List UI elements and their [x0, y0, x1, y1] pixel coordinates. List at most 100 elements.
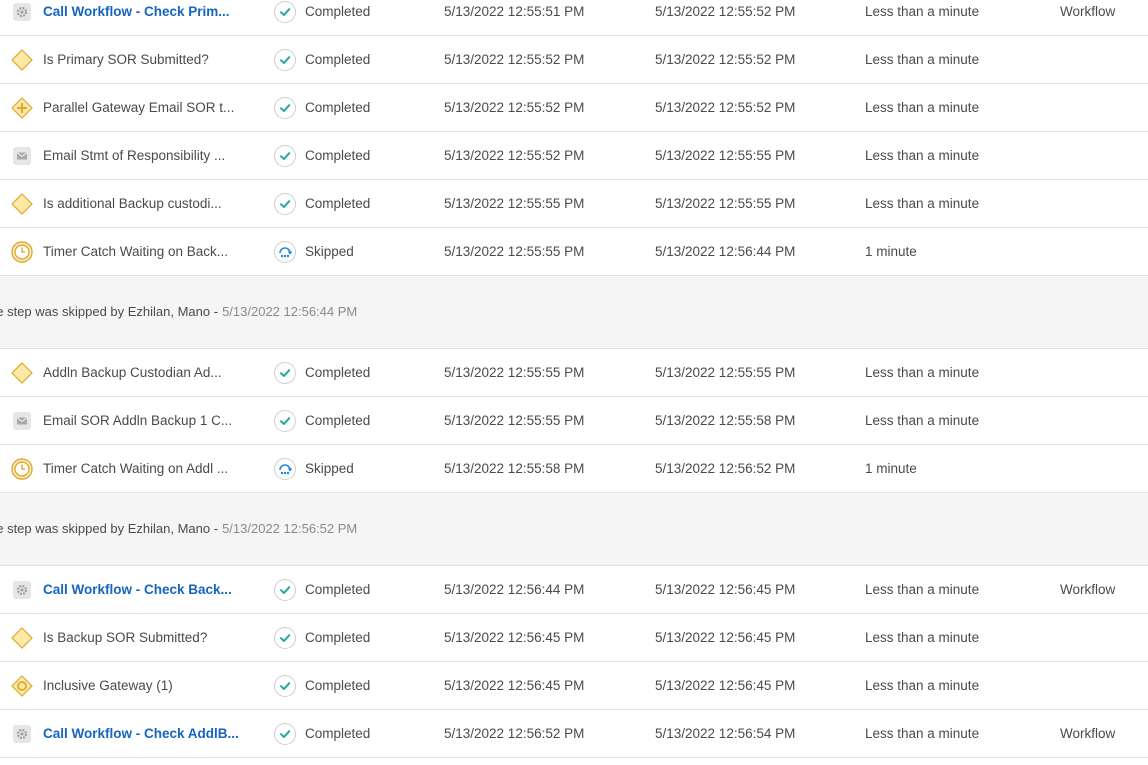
check-icon [273, 132, 297, 179]
duration: Less than a minute [865, 582, 980, 597]
skip-note-row: he step was skipped by Ezhilan, Mano - 5… [0, 493, 1148, 566]
step-name[interactable]: Call Workflow - Check AddlB... [43, 710, 258, 757]
step-name-text: Is Backup SOR Submitted? [43, 630, 208, 645]
table-row[interactable]: Addln Backup Custodian Ad... Completed 5/1… [0, 349, 1148, 397]
start-time: 5/13/2022 12:55:55 PM [444, 365, 585, 380]
step-name-text: Timer Catch Waiting on Addl ... [43, 461, 229, 476]
table-row[interactable]: Call Workflow - Check Back... Completed 5/… [0, 566, 1148, 614]
table-row[interactable]: Timer Catch Waiting on Addl ... Skipped 5/… [0, 445, 1148, 493]
start-time: 5/13/2022 12:55:55 PM [444, 244, 585, 259]
skip-note-row: he step was skipped by Ezhilan, Mano - 5… [0, 276, 1148, 349]
inclusive-gateway-icon [11, 662, 33, 709]
envelope-icon [11, 132, 33, 179]
status-text: Completed [305, 4, 371, 19]
start-time: 5/13/2022 12:55:52 PM [444, 52, 585, 67]
status-text: Completed [305, 196, 371, 211]
rows-group-top: Call Workflow - Check Prim... Completed 5/… [0, 0, 1148, 276]
duration: Less than a minute [865, 630, 980, 645]
table-row[interactable]: Call Workflow - Check AddlB... Completed 5… [0, 710, 1148, 758]
decision-diamond-icon [11, 349, 33, 396]
status-text: Completed [305, 413, 371, 428]
skip-note-timestamp: 5/13/2022 12:56:44 PM [222, 303, 358, 319]
skipped-icon [273, 445, 297, 492]
step-name[interactable]: Call Workflow - Check Back... [43, 566, 258, 613]
table-row[interactable]: Timer Catch Waiting on Back... Skipped 5/1… [0, 228, 1148, 276]
table-row[interactable]: Inclusive Gateway (1) Completed 5/13/2022 … [0, 662, 1148, 710]
step-category: Workflow [1060, 4, 1116, 19]
clock-icon [11, 228, 33, 275]
end-time: 5/13/2022 12:55:55 PM [655, 148, 796, 163]
start-time: 5/13/2022 12:55:55 PM [444, 413, 585, 428]
step-name: Is Primary SOR Submitted? [43, 36, 258, 83]
status-text: Completed [305, 148, 371, 163]
check-icon [273, 566, 297, 613]
duration: Less than a minute [865, 678, 980, 693]
start-time: 5/13/2022 12:56:45 PM [444, 630, 585, 645]
table-row[interactable]: Is Primary SOR Submitted? Completed 5/13/2… [0, 36, 1148, 84]
gear-icon [11, 566, 33, 613]
start-time: 5/13/2022 12:56:52 PM [444, 726, 585, 741]
step-name: Addln Backup Custodian Ad... [43, 349, 258, 396]
check-icon [273, 397, 297, 444]
duration: Less than a minute [865, 100, 980, 115]
step-name: Inclusive Gateway (1) [43, 662, 258, 709]
step-name[interactable]: Call Workflow - Check Prim... [43, 0, 258, 35]
step-name-text: Timer Catch Waiting on Back... [43, 244, 229, 259]
step-name: Email Stmt of Responsibility ... [43, 132, 258, 179]
end-time: 5/13/2022 12:56:45 PM [655, 582, 796, 597]
end-time: 5/13/2022 12:56:45 PM [655, 678, 796, 693]
duration: Less than a minute [865, 52, 980, 67]
workflow-history-table: Call Workflow - Check Prim... Completed 5/… [0, 0, 1148, 758]
end-time: 5/13/2022 12:55:52 PM [655, 100, 796, 115]
status-text: Completed [305, 726, 371, 741]
start-time: 5/13/2022 12:55:51 PM [444, 4, 585, 19]
clock-icon [11, 445, 33, 492]
check-icon [273, 180, 297, 227]
skip-note-text: he step was skipped by Ezhilan, Mano - [0, 303, 219, 319]
step-name: Timer Catch Waiting on Addl ... [43, 445, 258, 492]
start-time: 5/13/2022 12:55:58 PM [444, 461, 585, 476]
start-time: 5/13/2022 12:55:55 PM [444, 196, 585, 211]
step-name: Email SOR Addln Backup 1 C... [43, 397, 258, 444]
parallel-gateway-icon [11, 84, 33, 131]
step-name: Timer Catch Waiting on Back... [43, 228, 258, 275]
duration: Less than a minute [865, 148, 980, 163]
check-icon [273, 349, 297, 396]
duration: 1 minute [865, 461, 917, 476]
end-time: 5/13/2022 12:55:52 PM [655, 4, 796, 19]
table-row[interactable]: Email SOR Addln Backup 1 C... Completed 5/… [0, 397, 1148, 445]
status-text: Skipped [305, 244, 354, 259]
end-time: 5/13/2022 12:55:52 PM [655, 52, 796, 67]
check-icon [273, 662, 297, 709]
skip-note: he step was skipped by Ezhilan, Mano - 5… [0, 493, 357, 563]
rows-group-middle: Addln Backup Custodian Ad... Completed 5/1… [0, 349, 1148, 493]
table-row[interactable]: Email Stmt of Responsibility ... Complete… [0, 132, 1148, 180]
table-row[interactable]: Is Backup SOR Submitted? Completed 5/13/20… [0, 614, 1148, 662]
check-icon [273, 84, 297, 131]
table-row[interactable]: Parallel Gateway Email SOR t... Completed… [0, 84, 1148, 132]
step-category: Workflow [1060, 726, 1116, 741]
end-time: 5/13/2022 12:56:44 PM [655, 244, 796, 259]
rows-group-bottom: Call Workflow - Check Back... Completed 5/… [0, 566, 1148, 758]
step-name-link[interactable]: Call Workflow - Check AddlB... [43, 726, 239, 741]
step-name-text: Inclusive Gateway (1) [43, 678, 173, 693]
table-row[interactable]: Call Workflow - Check Prim... Completed 5/… [0, 0, 1148, 36]
duration: Less than a minute [865, 365, 980, 380]
step-name-link[interactable]: Call Workflow - Check Prim... [43, 4, 230, 19]
skip-note-text: he step was skipped by Ezhilan, Mano - [0, 520, 219, 536]
end-time: 5/13/2022 12:56:54 PM [655, 726, 796, 741]
decision-diamond-icon [11, 180, 33, 227]
end-time: 5/13/2022 12:55:58 PM [655, 413, 796, 428]
step-name-text: Parallel Gateway Email SOR t... [43, 100, 235, 115]
status-text: Completed [305, 630, 371, 645]
status-text: Completed [305, 678, 371, 693]
skipped-icon [273, 228, 297, 275]
start-time: 5/13/2022 12:55:52 PM [444, 100, 585, 115]
step-name-link[interactable]: Call Workflow - Check Back... [43, 582, 232, 597]
end-time: 5/13/2022 12:56:45 PM [655, 630, 796, 645]
step-name-text: Addln Backup Custodian Ad... [43, 365, 222, 380]
gear-icon [11, 710, 33, 757]
skip-note-timestamp: 5/13/2022 12:56:52 PM [222, 520, 358, 536]
status-text: Skipped [305, 461, 354, 476]
table-row[interactable]: Is additional Backup custodi... Completed… [0, 180, 1148, 228]
